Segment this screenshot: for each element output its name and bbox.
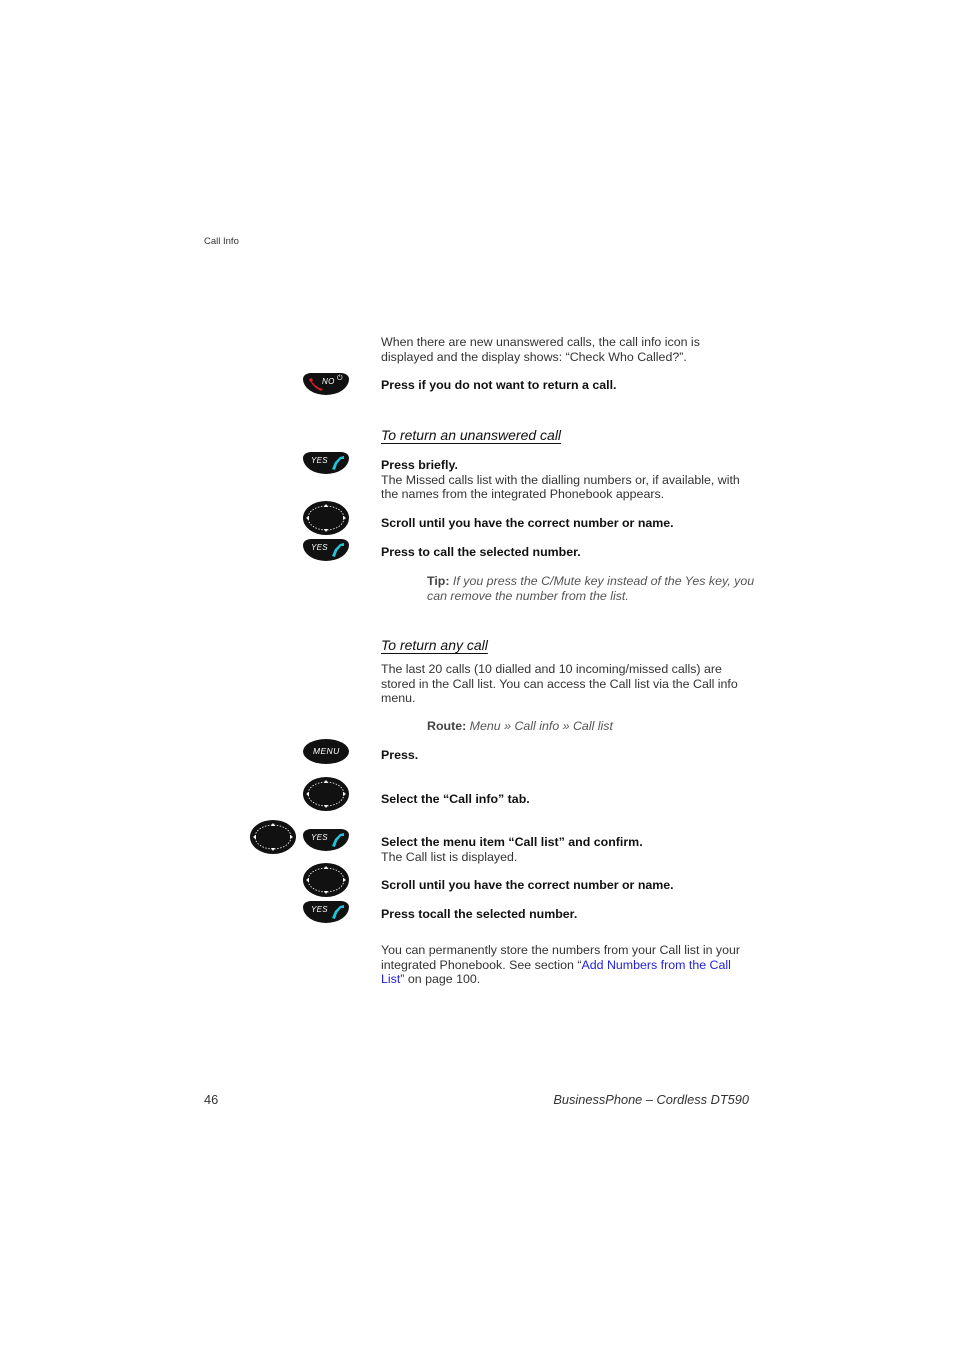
tip-text-line-2: can remove the number from the list. xyxy=(427,588,629,603)
yes-key-label: YES xyxy=(311,833,328,842)
handset-up-icon xyxy=(332,456,344,470)
closing-line-1: You can permanently store the numbers fr… xyxy=(381,943,741,957)
step-press-menu: Press. xyxy=(381,748,419,762)
tip-text-line-1: If you press the C/Mute key instead of t… xyxy=(449,574,755,588)
closing-paragraph: You can permanently store the numbers fr… xyxy=(381,943,740,987)
closing-line-3: ” on page 100. xyxy=(400,972,481,986)
product-name: BusinessPhone – Cordless DT590 xyxy=(553,1092,749,1107)
closing-line-2: integrated Phonebook. See section “ xyxy=(381,957,582,972)
para-line-3: menu. xyxy=(381,691,416,705)
step-desc: The Call list is displayed. xyxy=(381,849,518,864)
intro-line-1: When there are new unanswered calls, the… xyxy=(381,335,700,349)
yes-key-icon: YES xyxy=(303,829,349,851)
no-key-icon: NO ⏻ xyxy=(303,373,349,395)
yes-key-label: YES xyxy=(311,543,328,552)
yes-key-icon: YES xyxy=(303,539,349,561)
navigation-key-icon xyxy=(303,501,349,535)
intro-line-2: displayed and the display shows: “Check … xyxy=(381,349,687,364)
step-desc-line-1: The Missed calls list with the dialling … xyxy=(381,472,740,487)
step-title: Select the menu item “Call list” and con… xyxy=(381,835,643,849)
step-press-call: Press to call the selected number. xyxy=(381,545,581,559)
yes-key-icon: YES xyxy=(303,452,349,474)
step-select-tab: Select the “Call info” tab. xyxy=(381,792,530,806)
yes-key-icon: YES xyxy=(303,901,349,923)
para-line-1: The last 20 calls (10 dialled and 10 inc… xyxy=(381,662,722,676)
route: Route: Menu » Call info » Call list xyxy=(427,719,613,734)
menu-key-icon: MENU xyxy=(303,739,349,764)
step-scroll: Scroll until you have the correct number… xyxy=(381,878,674,892)
yes-key-label: YES xyxy=(311,905,328,914)
step-scroll: Scroll until you have the correct number… xyxy=(381,516,674,530)
menu-key-label: MENU xyxy=(313,746,340,756)
handset-up-icon xyxy=(332,905,344,919)
step-press-briefly: Press briefly. The Missed calls list wit… xyxy=(381,458,740,502)
handset-up-icon xyxy=(332,543,344,557)
section-heading-any-call: To return any call xyxy=(381,637,488,653)
handset-up-icon xyxy=(332,833,344,847)
add-numbers-link[interactable]: Add Numbers from the Call xyxy=(581,958,730,972)
running-head: Call Info xyxy=(204,236,239,247)
section-heading-unanswered: To return an unanswered call xyxy=(381,427,562,443)
step-select-call-list: Select the menu item “Call list” and con… xyxy=(381,835,643,864)
para-line-2: stored in the Call list. You can access … xyxy=(381,676,738,691)
route-path: Menu » Call info » Call list xyxy=(466,719,613,733)
step-desc-line-2: the names from the integrated Phonebook … xyxy=(381,487,665,501)
power-symbol-icon: ⏻ xyxy=(337,375,343,382)
intro-paragraph: When there are new unanswered calls, the… xyxy=(381,335,700,364)
tip-label: Tip: xyxy=(427,574,450,588)
step-press-call: Press tocall the selected number. xyxy=(381,907,578,921)
route-label: Route: xyxy=(427,719,467,733)
step-title: Press briefly. xyxy=(381,458,458,472)
no-key-label: NO xyxy=(322,377,335,386)
add-numbers-link-cont[interactable]: List xyxy=(381,972,400,986)
no-key-instruction: Press if you do not want to return a cal… xyxy=(381,378,617,392)
page-number: 46 xyxy=(204,1092,219,1107)
tip-box: Tip: If you press the C/Mute key instead… xyxy=(427,574,754,603)
call-list-paragraph: The last 20 calls (10 dialled and 10 inc… xyxy=(381,662,738,706)
navigation-key-icon xyxy=(250,820,296,854)
yes-key-label: YES xyxy=(311,456,328,465)
navigation-key-icon xyxy=(303,863,349,897)
navigation-key-icon xyxy=(303,777,349,811)
